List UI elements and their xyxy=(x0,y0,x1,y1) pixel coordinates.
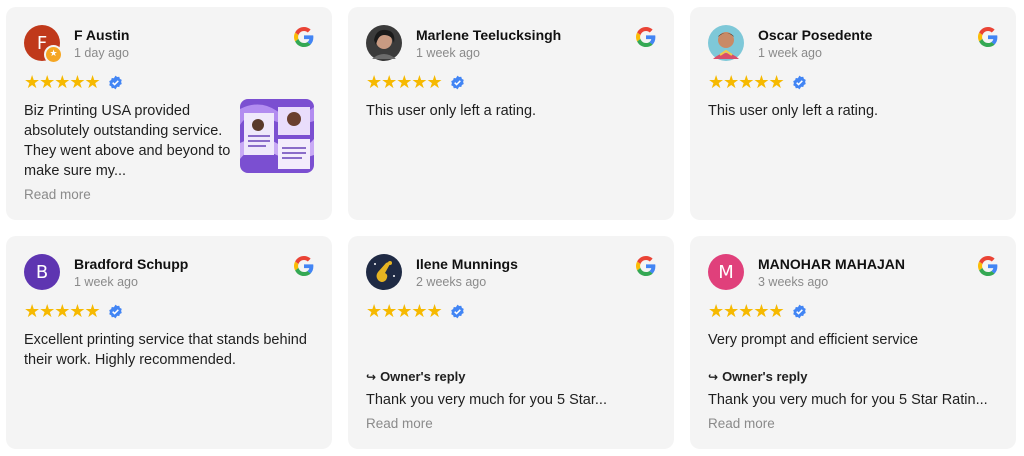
star-rating: ★★★★★ xyxy=(708,301,785,321)
reviewer-name[interactable]: MANOHAR MAHAJAN xyxy=(758,256,905,272)
owner-reply: ↪ Owner's reply Thank you very much for … xyxy=(366,369,656,410)
verified-check-icon xyxy=(108,75,122,89)
review-time: 1 week ago xyxy=(74,275,138,289)
review-text: This user only left a rating. xyxy=(366,103,537,119)
review-header: M MANOHAR MAHAJAN 3 weeks ago xyxy=(708,254,998,292)
owner-reply-title: ↪ Owner's reply xyxy=(366,369,656,384)
owner-reply-title: ↪ Owner's reply xyxy=(708,369,998,384)
rating-row: ★★★★★ xyxy=(366,302,656,320)
review-text: This user only left a rating. xyxy=(708,103,879,119)
read-more-link[interactable]: Read more xyxy=(708,416,775,431)
reviewer-name[interactable]: F Austin xyxy=(74,27,129,43)
reviewer-name[interactable]: Oscar Posedente xyxy=(758,27,872,43)
reviewer-name[interactable]: Marlene Teelucksingh xyxy=(416,27,561,43)
star-rating: ★★★★★ xyxy=(24,72,101,92)
verified-check-icon xyxy=(450,304,464,318)
review-text: Very prompt and efficient service xyxy=(708,332,919,348)
avatar-letter: B xyxy=(35,261,49,283)
avatar: B xyxy=(24,254,60,290)
star-rating: ★★★★★ xyxy=(708,72,785,92)
review-time: 3 weeks ago xyxy=(758,275,829,289)
review-text: Excellent printing service that stands b… xyxy=(24,332,307,368)
avatar-letter: M xyxy=(718,261,734,283)
star-rating: ★★★★★ xyxy=(24,301,101,321)
review-header: Ilene Munnings 2 weeks ago xyxy=(366,254,656,292)
review-card: Oscar Posedente 1 week ago ★★★★★ This us… xyxy=(690,7,1016,220)
rating-row: ★★★★★ xyxy=(366,73,656,91)
review-header: Oscar Posedente 1 week ago xyxy=(708,25,998,63)
avatar: M xyxy=(708,254,744,290)
review-time: 1 week ago xyxy=(758,46,822,60)
review-text: Biz Printing USA provided absolutely out… xyxy=(24,103,231,179)
avatar: F ★ xyxy=(24,25,63,64)
local-guide-badge-icon: ★ xyxy=(44,45,63,64)
google-g-icon xyxy=(636,256,656,276)
reply-arrow-icon: ↪ xyxy=(366,369,377,384)
review-time: 2 weeks ago xyxy=(416,275,487,289)
avatar xyxy=(366,25,402,61)
star-rating: ★★★★★ xyxy=(366,301,443,321)
owner-reply-label: Owner's reply xyxy=(380,369,466,384)
review-time: 1 week ago xyxy=(416,46,480,60)
reviews-grid: F ★ F Austin 1 day ago ★★★★★ Biz Printin… xyxy=(0,0,1024,456)
avatar xyxy=(366,254,402,290)
review-card: B Bradford Schupp 1 week ago ★★★★★ Excel… xyxy=(6,236,332,449)
reviewer-name[interactable]: Bradford Schupp xyxy=(74,256,188,272)
owner-reply-label: Owner's reply xyxy=(722,369,808,384)
rating-row: ★★★★★ xyxy=(708,302,998,320)
review-card: M MANOHAR MAHAJAN 3 weeks ago ★★★★★ Very… xyxy=(690,236,1016,449)
read-more-link[interactable]: Read more xyxy=(366,416,433,431)
review-card: F ★ F Austin 1 day ago ★★★★★ Biz Printin… xyxy=(6,7,332,220)
rating-row: ★★★★★ xyxy=(24,302,314,320)
review-header: B Bradford Schupp 1 week ago xyxy=(24,254,314,292)
google-g-icon xyxy=(294,256,314,276)
avatar xyxy=(708,25,744,61)
review-header: F ★ F Austin 1 day ago xyxy=(24,25,314,64)
owner-reply-text: Thank you very much for you 5 Star Ratin… xyxy=(708,392,988,408)
google-g-icon xyxy=(978,27,998,47)
review-photo[interactable] xyxy=(240,99,314,173)
review-card: Marlene Teelucksingh 1 week ago ★★★★★ Th… xyxy=(348,7,674,220)
google-g-icon xyxy=(294,27,314,47)
reviewer-name[interactable]: Ilene Munnings xyxy=(416,256,518,272)
owner-reply-text: Thank you very much for you 5 Star... xyxy=(366,392,607,408)
review-card: Ilene Munnings 2 weeks ago ★★★★★ ↪ Owner… xyxy=(348,236,674,449)
verified-check-icon xyxy=(108,304,122,318)
review-time: 1 day ago xyxy=(74,46,129,60)
read-more-link[interactable]: Read more xyxy=(24,187,91,202)
google-g-icon xyxy=(636,27,656,47)
verified-check-icon xyxy=(792,304,806,318)
review-header: Marlene Teelucksingh 1 week ago xyxy=(366,25,656,63)
verified-check-icon xyxy=(450,75,464,89)
verified-check-icon xyxy=(792,75,806,89)
rating-row: ★★★★★ xyxy=(24,73,314,91)
google-g-icon xyxy=(978,256,998,276)
rating-row: ★★★★★ xyxy=(708,73,998,91)
owner-reply: ↪ Owner's reply Thank you very much for … xyxy=(708,369,998,410)
reply-arrow-icon: ↪ xyxy=(708,369,719,384)
star-rating: ★★★★★ xyxy=(366,72,443,92)
